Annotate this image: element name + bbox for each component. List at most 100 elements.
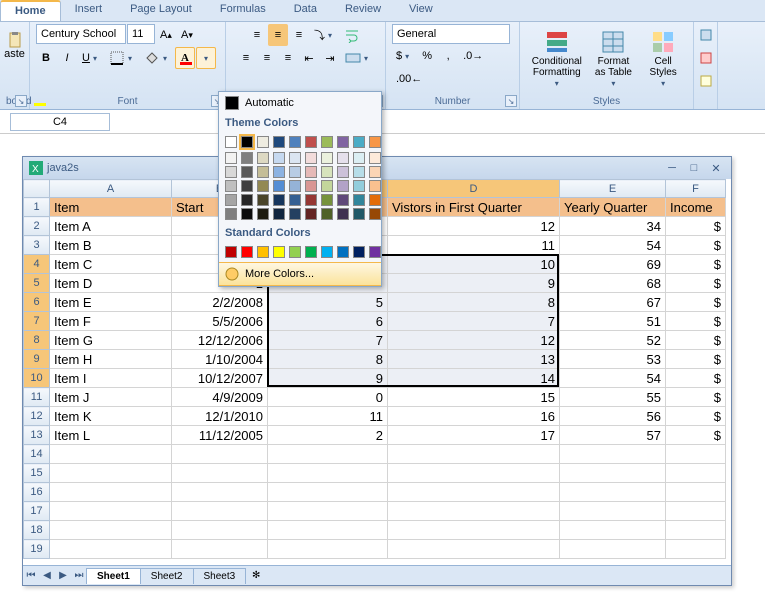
theme-shade-swatch[interactable] (241, 152, 253, 164)
theme-shade-swatch[interactable] (273, 194, 285, 206)
cell[interactable] (560, 540, 666, 559)
fill-color-button[interactable]: ▾ (140, 47, 174, 69)
cell[interactable]: Item L (50, 426, 172, 445)
cell[interactable] (666, 521, 726, 540)
theme-shade-swatch[interactable] (241, 208, 253, 220)
merge-button[interactable]: ▾ (341, 47, 375, 69)
cell[interactable]: Item B (50, 236, 172, 255)
cell[interactable] (268, 502, 388, 521)
cell[interactable]: 14 (388, 369, 560, 388)
cell[interactable]: $ (666, 350, 726, 369)
cell[interactable]: 69 (560, 255, 666, 274)
theme-shade-swatch[interactable] (337, 152, 349, 164)
cell[interactable]: $ (666, 426, 726, 445)
theme-shade-swatch[interactable] (353, 208, 365, 220)
percent-button[interactable]: % (417, 45, 437, 67)
row-header[interactable]: 2 (24, 217, 50, 236)
theme-shade-swatch[interactable] (225, 194, 237, 206)
standard-color-swatch[interactable] (321, 246, 333, 258)
column-header[interactable]: F (666, 180, 726, 198)
cell[interactable]: $ (666, 388, 726, 407)
theme-shade-swatch[interactable] (257, 180, 269, 192)
cell[interactable] (268, 464, 388, 483)
theme-shade-swatch[interactable] (337, 180, 349, 192)
tab-view[interactable]: View (395, 0, 447, 21)
theme-shade-swatch[interactable] (273, 180, 285, 192)
cell[interactable] (666, 502, 726, 521)
cell[interactable]: $ (666, 255, 726, 274)
cell[interactable]: 52 (560, 331, 666, 350)
theme-shade-swatch[interactable] (225, 180, 237, 192)
theme-shade-swatch[interactable] (289, 152, 301, 164)
theme-color-swatch[interactable] (289, 136, 301, 148)
row-header[interactable]: 1 (24, 198, 50, 217)
cell-styles-button[interactable]: Cell Styles▾ (639, 27, 687, 93)
shrink-font-button[interactable]: A▾ (177, 24, 197, 46)
theme-shade-swatch[interactable] (225, 166, 237, 178)
cell[interactable]: 55 (560, 388, 666, 407)
first-sheet-button[interactable]: ⏮ (23, 570, 39, 581)
column-header[interactable]: A (50, 180, 172, 198)
theme-shade-swatch[interactable] (353, 194, 365, 206)
cell[interactable] (666, 464, 726, 483)
standard-color-swatch[interactable] (225, 246, 237, 258)
cell[interactable] (50, 464, 172, 483)
row-header[interactable]: 9 (24, 350, 50, 369)
cell[interactable] (388, 540, 560, 559)
cell[interactable]: 5 (268, 293, 388, 312)
row-header[interactable]: 12 (24, 407, 50, 426)
cell[interactable] (560, 502, 666, 521)
cell[interactable] (268, 540, 388, 559)
maximize-button[interactable]: □ (685, 161, 703, 175)
theme-shade-swatch[interactable] (353, 166, 365, 178)
border-button[interactable]: ▾ (105, 47, 139, 69)
cell[interactable]: Item K (50, 407, 172, 426)
sheet-tab-2[interactable]: Sheet2 (140, 568, 194, 584)
align-center-button[interactable]: ≡ (257, 47, 277, 69)
paste-button[interactable]: aste (0, 24, 29, 68)
theme-color-swatch[interactable] (321, 136, 333, 148)
clipboard-launcher[interactable]: ↘ (15, 95, 27, 107)
cell[interactable]: Item D (50, 274, 172, 293)
theme-shade-swatch[interactable] (257, 208, 269, 220)
cell[interactable] (172, 540, 268, 559)
cell[interactable] (666, 445, 726, 464)
cell[interactable] (50, 502, 172, 521)
select-all-corner[interactable] (24, 180, 50, 198)
theme-shade-swatch[interactable] (305, 180, 317, 192)
align-top-button[interactable]: ≡ (247, 24, 267, 46)
theme-shade-swatch[interactable] (241, 180, 253, 192)
standard-color-swatch[interactable] (289, 246, 301, 258)
cell[interactable] (172, 445, 268, 464)
cell[interactable] (50, 445, 172, 464)
theme-shade-swatch[interactable] (241, 194, 253, 206)
theme-shade-swatch[interactable] (369, 152, 381, 164)
cell[interactable]: 8 (268, 350, 388, 369)
cell[interactable]: 7 (268, 331, 388, 350)
orientation-button[interactable]: ⤵▾ (310, 24, 339, 46)
cell[interactable]: 4/9/2009 (172, 388, 268, 407)
cell[interactable] (388, 483, 560, 502)
increase-decimal-button[interactable]: .0→ (459, 45, 487, 67)
cell[interactable] (268, 483, 388, 502)
font-name-select[interactable] (36, 24, 126, 44)
cell[interactable]: 12/12/2006 (172, 331, 268, 350)
theme-shade-swatch[interactable] (257, 166, 269, 178)
cell[interactable]: 53 (560, 350, 666, 369)
cell[interactable]: 54 (560, 369, 666, 388)
cell[interactable] (560, 521, 666, 540)
standard-color-swatch[interactable] (273, 246, 285, 258)
automatic-color[interactable]: Automatic (219, 92, 381, 114)
number-launcher[interactable]: ↘ (505, 95, 517, 107)
conditional-formatting-button[interactable]: Conditional Formatting▾ (526, 27, 588, 93)
theme-shade-swatch[interactable] (289, 194, 301, 206)
cell[interactable] (172, 464, 268, 483)
cell[interactable] (560, 464, 666, 483)
cell[interactable]: Item J (50, 388, 172, 407)
cell[interactable]: 11 (388, 236, 560, 255)
theme-shade-swatch[interactable] (369, 166, 381, 178)
cell[interactable]: 67 (560, 293, 666, 312)
cell[interactable]: 13 (388, 350, 560, 369)
column-header[interactable]: E (560, 180, 666, 198)
theme-color-swatch[interactable] (225, 136, 237, 148)
